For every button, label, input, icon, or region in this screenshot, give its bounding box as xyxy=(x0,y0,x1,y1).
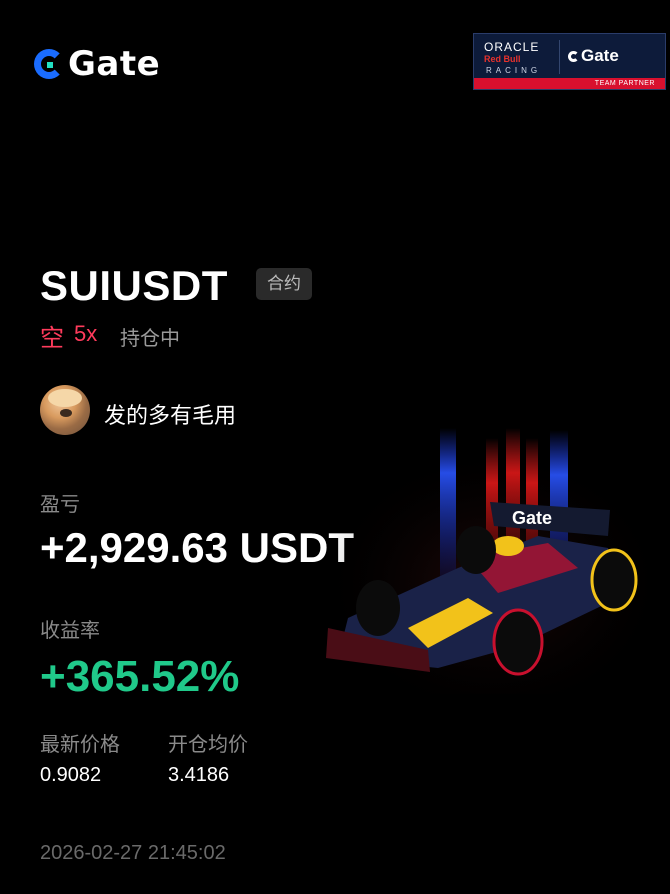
contract-type-badge: 合约 xyxy=(256,268,312,300)
light-bar-blue-left xyxy=(440,428,456,578)
partner-racing-text: RACING xyxy=(486,66,542,75)
partner-oracle-text: ORACLE xyxy=(484,40,540,54)
position-status: 持仓中 xyxy=(120,326,180,350)
leverage: 5x xyxy=(74,321,98,346)
pnl-value: +2,929.63 USDT xyxy=(40,524,355,571)
username: 发的多有毛用 xyxy=(104,404,237,429)
partner-gate-logo: Gate xyxy=(568,46,619,66)
open-price-label: 开仓均价 xyxy=(168,732,248,756)
gate-logo: Gate xyxy=(34,44,160,84)
position-side: 空 xyxy=(40,324,64,352)
gate-logo-icon xyxy=(34,49,64,79)
avatar xyxy=(40,385,90,435)
partner-tag-text: TEAM PARTNER xyxy=(594,80,655,87)
timestamp: 2026-02-27 21:45:02 xyxy=(40,842,226,864)
partner-gate-icon xyxy=(568,51,579,62)
roi-value: +365.52% xyxy=(40,652,240,701)
rear-wing-logo-text: Gate xyxy=(512,508,552,528)
roi-label: 收益率 xyxy=(40,618,100,642)
partner-divider xyxy=(559,40,560,74)
f1-car-image: Gate xyxy=(318,418,670,694)
partner-redbull-text: Red Bull xyxy=(484,54,521,64)
partner-gate-text: Gate xyxy=(581,46,619,65)
driver-helmet xyxy=(492,536,524,556)
wheel-front-left xyxy=(356,580,400,636)
latest-price-value: 0.9082 xyxy=(40,764,102,786)
open-price-value: 3.4186 xyxy=(168,764,230,786)
wheel-rear-left xyxy=(456,526,496,574)
latest-price-label: 最新价格 xyxy=(40,732,120,756)
pnl-label: 盈亏 xyxy=(40,492,80,516)
gate-logo-text: Gate xyxy=(68,44,161,84)
team-partner-badge: ORACLE Red Bull RACING Gate TEAM PARTNER xyxy=(473,33,666,90)
trading-pair-symbol: SUIUSDT xyxy=(40,262,228,309)
